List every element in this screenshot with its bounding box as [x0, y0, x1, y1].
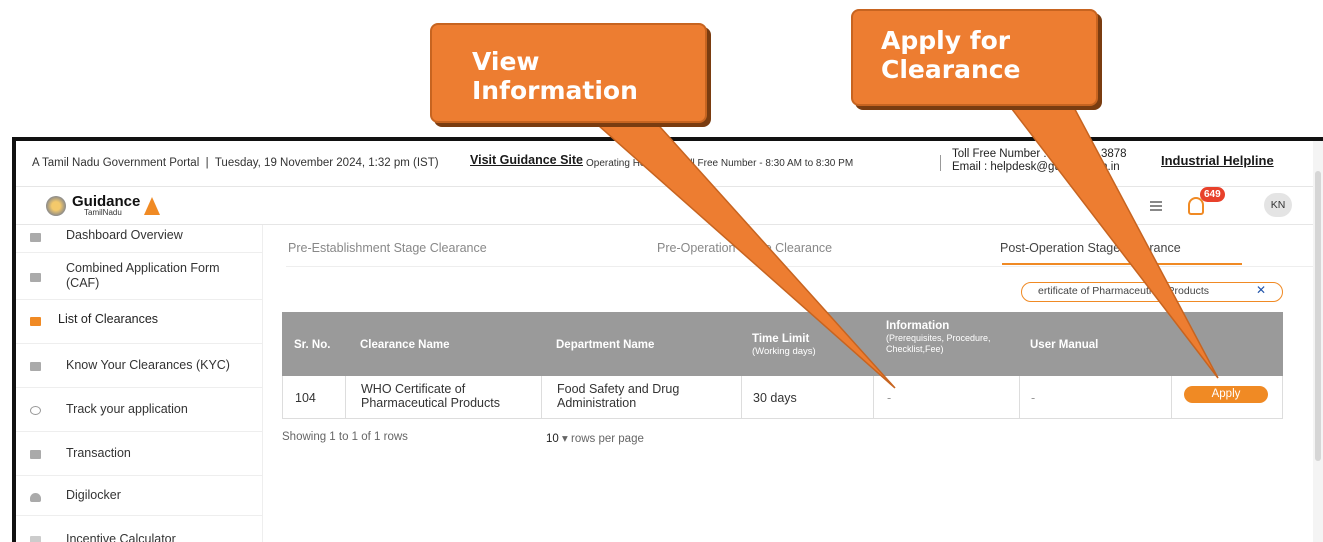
table-row: 104 WHO Certificate of Pharmaceutical Pr… [282, 376, 1283, 419]
operating-hours-text: Operating Hours For Toll Free Number - 8… [586, 158, 854, 169]
cell-clearance-name: WHO Certificate of Pharmaceutical Produc… [361, 382, 500, 410]
document-icon [30, 273, 41, 282]
sidebar-item-label: Digilocker [66, 488, 121, 502]
header-information-sub: (Prerequisites, Procedure, Checklist,Fee… [886, 333, 991, 354]
view-information-callout: View Information [430, 23, 707, 123]
header-user-manual: User Manual [1030, 339, 1099, 351]
callout-text: View Information [472, 47, 638, 105]
scrollbar-thumb[interactable] [1315, 171, 1321, 461]
industrial-helpline-link[interactable]: Industrial Helpline [1161, 153, 1274, 168]
cell-divider [873, 376, 874, 419]
header-time-limit: Time Limit [752, 333, 810, 345]
table-header: Sr. No. Clearance Name Department Name T… [282, 312, 1283, 376]
cell-divider [741, 376, 742, 419]
sidebar-item-digilocker[interactable]: Digilocker [16, 476, 263, 516]
book-icon [30, 362, 41, 371]
sidebar-item-incentive-calculator[interactable]: Incentive Calculator [16, 516, 263, 542]
cell-time-limit: 30 days [753, 391, 797, 405]
active-tab-indicator [1002, 263, 1242, 265]
apply-for-clearance-callout: Apply for Clearance [851, 9, 1098, 106]
cell-sr-no: 104 [295, 391, 316, 405]
avatar[interactable]: KN [1264, 193, 1292, 217]
sidebar-item-transaction[interactable]: Transaction [16, 432, 263, 476]
list-icon [30, 317, 41, 326]
notification-badge: 649 [1200, 187, 1225, 202]
header-clearance-name: Clearance Name [360, 339, 450, 351]
list-icon[interactable] [1150, 201, 1162, 211]
wallet-icon [30, 450, 41, 459]
cell-department-name: Food Safety and Drug Administration [557, 382, 680, 410]
sidebar-item-caf[interactable]: Combined Application Form (CAF) [16, 253, 263, 300]
logo-title: Guidance [72, 193, 141, 210]
sidebar-item-label: List of Clearances [58, 312, 159, 326]
callout-text: Apply for Clearance [881, 26, 1021, 84]
search-input[interactable]: ertificate of Pharmaceutical Products [1021, 282, 1283, 302]
header-time-limit-sub: (Working days) [752, 346, 816, 357]
chevron-down-icon: ▾ [562, 433, 568, 445]
rows-per-page[interactable]: 10 ▾ rows per page [546, 431, 644, 445]
header-sr-no: Sr. No. [294, 339, 331, 351]
contact-info: Toll Free Number : 1800 258 3878 Email : … [952, 148, 1127, 173]
sidebar: Dashboard Overview Combined Application … [16, 225, 263, 542]
sidebar-item-label: Know Your Clearances (KYC) [66, 358, 230, 372]
sidebar-item-dashboard[interactable]: Dashboard Overview [16, 225, 263, 253]
sidebar-item-label: Track your application [66, 402, 188, 416]
close-icon[interactable]: ✕ [1256, 283, 1266, 297]
sidebar-item-label: Transaction [66, 446, 131, 460]
logo-subtitle: TamilNadu [84, 208, 122, 217]
pagination-info: Showing 1 to 1 of 1 rows [282, 431, 408, 443]
calculator-icon [30, 536, 41, 542]
sidebar-item-list-of-clearances[interactable]: List of Clearances [16, 300, 263, 344]
tab-pre-operation[interactable]: Pre-Operation Stage Clearance [657, 241, 832, 255]
portal-text: A Tamil Nadu Government Portal | Tuesday… [32, 157, 439, 169]
portal-screenshot: A Tamil Nadu Government Portal | Tuesday… [12, 137, 1323, 542]
header-information: Information [886, 320, 950, 332]
flame-icon [144, 197, 161, 215]
sidebar-item-track[interactable]: Track your application [16, 388, 263, 432]
clearance-stage-tabs: Pre-Establishment Stage Clearance Pre-Op… [286, 229, 1316, 267]
sidebar-item-kyc[interactable]: Know Your Clearances (KYC) [16, 344, 263, 388]
cell-user-manual[interactable]: - [1031, 391, 1035, 405]
divider [940, 155, 941, 171]
visit-guidance-link[interactable]: Visit Guidance Site [470, 153, 583, 167]
tab-pre-establishment[interactable]: Pre-Establishment Stage Clearance [288, 241, 487, 255]
cell-divider [345, 376, 346, 419]
tutorial-slide: A Tamil Nadu Government Portal | Tuesday… [0, 0, 1323, 542]
header-bar: Guidance TamilNadu 649 KN [16, 187, 1323, 225]
sidebar-item-label: Incentive Calculator [66, 532, 176, 542]
sidebar-item-label: Dashboard Overview [66, 228, 183, 242]
sidebar-item-label: Combined Application Form (CAF) [66, 261, 220, 290]
tab-post-operation[interactable]: Post-Operation Stage Clearance [1000, 241, 1181, 255]
location-icon [30, 406, 41, 415]
emblem-icon [46, 196, 66, 216]
cell-divider [541, 376, 542, 419]
top-info-bar: A Tamil Nadu Government Portal | Tuesday… [16, 141, 1323, 187]
cloud-icon [30, 493, 41, 502]
cell-divider [1171, 376, 1172, 419]
clearances-table: Sr. No. Clearance Name Department Name T… [282, 312, 1283, 419]
cell-divider [1019, 376, 1020, 419]
dashboard-icon [30, 233, 41, 242]
guidance-logo[interactable]: Guidance TamilNadu [46, 193, 161, 217]
cell-information[interactable]: - [887, 391, 891, 405]
header-department-name: Department Name [556, 339, 655, 351]
rows-per-page-label: rows per page [570, 433, 644, 445]
scrollbar[interactable] [1313, 141, 1323, 542]
apply-button[interactable]: Apply [1184, 386, 1268, 403]
rows-per-page-select[interactable]: 10 [546, 433, 559, 445]
